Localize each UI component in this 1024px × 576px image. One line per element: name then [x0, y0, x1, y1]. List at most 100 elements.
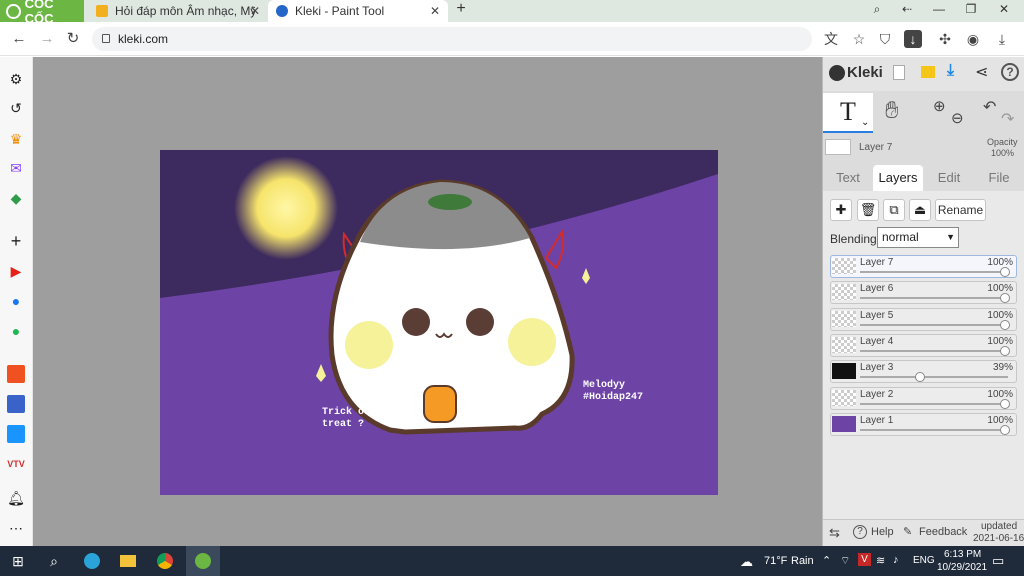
language-indicator[interactable]: ENG: [913, 555, 935, 566]
layer-row[interactable]: Layer 3 39%: [830, 360, 1017, 384]
edge-icon[interactable]: [80, 546, 104, 576]
undo-icon[interactable]: ↶: [983, 97, 996, 117]
help-link[interactable]: Help: [871, 526, 894, 538]
opacity-slider-track[interactable]: [860, 428, 1008, 431]
opacity-slider-track[interactable]: [860, 376, 1008, 379]
weather-temp[interactable]: 71°F: [764, 555, 787, 567]
shopee-icon[interactable]: [7, 365, 25, 383]
layer-row[interactable]: Layer 6 100%: [830, 281, 1017, 305]
history-icon[interactable]: ↺: [7, 99, 25, 117]
merge-down-icon[interactable]: ⏏: [909, 199, 931, 221]
help-icon[interactable]: ?: [853, 525, 867, 539]
more-icon[interactable]: ⋯: [7, 519, 25, 537]
open-folder-icon[interactable]: [921, 66, 935, 78]
profile-icon[interactable]: ◉: [964, 30, 982, 48]
game-controller-icon[interactable]: ◆: [7, 189, 25, 207]
redo-icon[interactable]: ↷: [1001, 109, 1014, 129]
opacity-slider-track[interactable]: [860, 297, 1008, 300]
show-hidden-icons-chevron[interactable]: ⌃: [822, 554, 831, 567]
rename-button[interactable]: Rename: [935, 199, 986, 221]
downloads-icon[interactable]: ⤓: [993, 30, 1011, 48]
layer-row[interactable]: Layer 7 100%: [830, 255, 1017, 278]
opacity-slider-knob[interactable]: [1000, 345, 1010, 356]
wifi-icon[interactable]: ≋: [876, 554, 885, 567]
restore-icon[interactable]: ❐: [960, 2, 982, 16]
tab-search-icon[interactable]: ⌕: [866, 2, 888, 17]
feedback-pencil-icon[interactable]: ✎: [903, 525, 912, 538]
share-icon[interactable]: ⋖: [975, 62, 988, 82]
opacity-slider-knob[interactable]: [914, 372, 925, 383]
save-download-icon[interactable]: ⤓: [947, 62, 954, 80]
facebook-icon[interactable]: ●: [7, 292, 25, 310]
forward-arrow-icon[interactable]: →: [37, 29, 57, 49]
chrome-icon[interactable]: [152, 546, 178, 576]
reload-icon[interactable]: ↻: [63, 29, 83, 49]
close-window-icon[interactable]: ✕: [993, 2, 1015, 16]
opacity-slider-knob[interactable]: [1000, 424, 1010, 435]
download-box-icon[interactable]: ↓: [904, 30, 922, 48]
spotify-icon[interactable]: ●: [7, 322, 25, 340]
clock-date[interactable]: 10/29/2021: [937, 562, 987, 573]
coccoc-menu-button[interactable]: CỐC CỐC: [0, 0, 84, 26]
swap-icon[interactable]: ⇆: [829, 525, 840, 541]
tab-text[interactable]: Text: [825, 165, 871, 191]
opacity-slider-track[interactable]: [860, 349, 1008, 352]
clock-time[interactable]: 6:13 PM: [944, 549, 981, 560]
search-icon[interactable]: ⌕: [42, 546, 66, 576]
drawing-canvas[interactable]: Trick or treat ? Melodyy #Hoidap247: [160, 150, 718, 495]
notifications-icon[interactable]: ▭: [992, 553, 1004, 569]
canvas-workspace[interactable]: Trick or treat ? Melodyy #Hoidap247: [33, 57, 822, 546]
opacity-slider-track[interactable]: [860, 323, 1008, 326]
tab-kleki[interactable]: Kleki - Paint Tool ✕: [268, 0, 448, 22]
close-tab-icon[interactable]: ✕: [250, 4, 260, 18]
vtv-icon[interactable]: VTV: [7, 455, 25, 473]
layer-row[interactable]: Layer 5 100%: [830, 307, 1017, 331]
new-image-icon[interactable]: [893, 65, 905, 80]
shield-icon[interactable]: ⛉: [876, 30, 894, 48]
opacity-slider-track[interactable]: [860, 402, 1008, 405]
opacity-slider-knob[interactable]: [1000, 267, 1010, 277]
duplicate-layer-icon[interactable]: ⧉: [883, 199, 905, 221]
messenger-icon[interactable]: ✉: [7, 159, 25, 177]
tab-hoidap[interactable]: Hỏi đáp môn Âm nhạc, Mỹ th ✕: [88, 0, 268, 22]
help-circle-icon[interactable]: ?: [1001, 63, 1019, 81]
file-explorer-icon[interactable]: [116, 546, 140, 576]
translate-icon[interactable]: 文: [822, 30, 840, 48]
layer-row[interactable]: Layer 1 100%: [830, 412, 1017, 436]
new-tab-button[interactable]: +: [450, 0, 472, 18]
weather-desc[interactable]: Rain: [791, 555, 814, 567]
tiki-icon[interactable]: [7, 425, 25, 443]
game-app-icon[interactable]: [7, 395, 25, 413]
opacity-slider-knob[interactable]: [1000, 319, 1010, 330]
windows-start-icon[interactable]: ⊞: [6, 546, 30, 576]
layer-row[interactable]: Layer 2 100%: [830, 386, 1017, 410]
layer-row[interactable]: Layer 4 100%: [830, 333, 1017, 357]
zoom-in-icon[interactable]: ⊕: [933, 97, 946, 115]
opacity-slider-knob[interactable]: [1000, 398, 1010, 409]
add-shortcut-icon[interactable]: +: [7, 232, 25, 250]
tab-edit[interactable]: Edit: [925, 165, 973, 191]
blending-select[interactable]: normal ▼: [877, 227, 959, 248]
volume-icon[interactable]: ♪: [893, 554, 899, 566]
tab-layers[interactable]: Layers: [873, 165, 923, 191]
bookmark-star-icon[interactable]: ☆: [850, 30, 868, 48]
close-tab-icon[interactable]: ✕: [430, 4, 440, 18]
extensions-icon[interactable]: ✣: [936, 30, 954, 48]
network-icon[interactable]: ⌔: [840, 554, 850, 568]
add-layer-button[interactable]: ✚: [830, 199, 852, 221]
back-to-tab-icon[interactable]: ⇠: [896, 2, 918, 16]
delete-layer-trash-icon[interactable]: 🗑︎: [857, 199, 879, 221]
tab-file[interactable]: File: [975, 165, 1023, 191]
minimize-icon[interactable]: —: [928, 2, 950, 16]
notification-bell-icon[interactable]: 🔔︎: [7, 489, 25, 507]
hand-tool-icon[interactable]: ✋︎: [885, 97, 899, 125]
crown-icon[interactable]: ♛: [7, 130, 25, 148]
coccoc-taskbar-icon[interactable]: [186, 546, 220, 576]
opacity-slider-track[interactable]: [860, 271, 1008, 273]
tool-dropdown-chevron-icon[interactable]: ⌄: [861, 117, 869, 128]
back-arrow-icon[interactable]: ←: [9, 29, 29, 49]
zoom-out-icon[interactable]: ⊖: [951, 109, 964, 127]
settings-gear-icon[interactable]: ⚙: [7, 70, 25, 88]
antivirus-icon[interactable]: V: [858, 553, 871, 566]
address-bar[interactable]: kleki.com: [92, 27, 812, 51]
